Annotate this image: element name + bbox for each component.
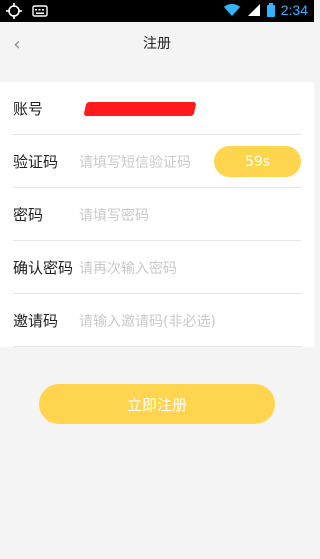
register-button[interactable]: 立即注册 (39, 384, 275, 424)
invite-code-input[interactable]: 请输入邀请码(非必选) (79, 311, 314, 331)
register-form: 账号 验证码 请填写短信验证码 59s 密码 请填写密码 确认密码 请再次输入密… (0, 82, 314, 347)
page-title: 注册 (143, 36, 171, 52)
divider (13, 346, 301, 347)
account-label: 账号 (13, 100, 44, 118)
sync-icon (6, 3, 22, 19)
header: ‹ 注册 (0, 22, 314, 66)
keyboard-icon (32, 5, 48, 17)
verify-code-row: 验证码 请填写短信验证码 59s (0, 135, 314, 188)
confirm-password-row: 确认密码 请再次输入密码 (0, 241, 314, 294)
status-bar: 2:34 (0, 0, 314, 22)
account-input[interactable] (79, 101, 314, 116)
signal-icon (247, 3, 261, 17)
confirm-password-label: 确认密码 (13, 259, 74, 277)
confirm-password-input[interactable]: 请再次输入密码 (79, 258, 314, 278)
status-left (6, 3, 48, 19)
status-right: 2:34 (223, 2, 308, 18)
password-input[interactable]: 请填写密码 (79, 205, 314, 225)
battery-icon (266, 3, 275, 17)
status-time: 2:34 (280, 2, 308, 18)
countdown-button[interactable]: 59s (214, 146, 301, 177)
password-label: 密码 (13, 206, 44, 224)
account-redaction (83, 101, 197, 116)
verify-code-label: 验证码 (13, 153, 59, 171)
invite-code-row: 邀请码 请输入邀请码(非必选) (0, 294, 314, 347)
account-row: 账号 (0, 82, 314, 135)
invite-code-label: 邀请码 (13, 312, 59, 330)
wifi-icon (223, 3, 241, 17)
password-row: 密码 请填写密码 (0, 188, 314, 241)
